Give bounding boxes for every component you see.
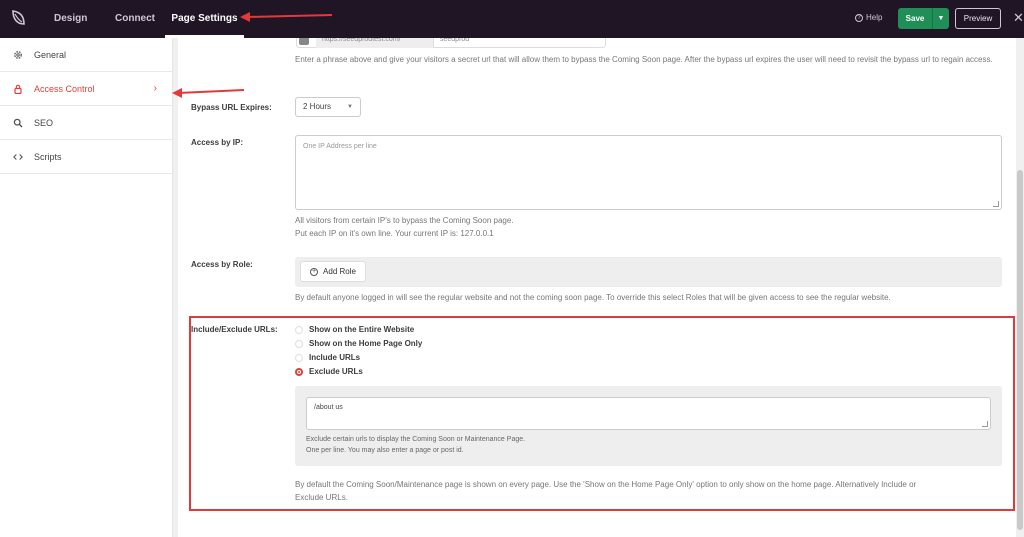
sidebar-item-label: Scripts <box>34 151 62 162</box>
caret-down-icon: ▼ <box>347 104 353 110</box>
plus-circle-icon: + <box>310 267 319 276</box>
seedprod-logo-icon[interactable] <box>8 7 30 29</box>
access-by-ip-help-2: Put each IP on it's own line. Your curre… <box>295 229 494 238</box>
bypass-url-value[interactable]: seedprod <box>440 38 469 48</box>
top-bar: Design Connect Page Settings ? Help Save… <box>0 0 1024 38</box>
caret-down-icon: ▼ <box>937 15 945 22</box>
bypass-url-expires-select[interactable]: 2 Hours ▼ <box>295 97 361 117</box>
access-by-ip-help-1: All visitors from certain IP's to bypass… <box>295 216 514 225</box>
search-icon <box>13 118 23 128</box>
save-button[interactable]: Save <box>898 8 932 29</box>
textarea-placeholder: One IP Address per line <box>303 143 377 150</box>
sidebar-item-seo[interactable]: SEO <box>0 106 173 140</box>
settings-sidebar: General Access Control › SEO Scripts <box>0 38 173 537</box>
sidebar-item-scripts[interactable]: Scripts <box>0 140 173 174</box>
annotation-arrow-left-icon <box>240 12 333 22</box>
gear-icon <box>13 50 23 60</box>
annotation-arrow-left-icon <box>172 88 245 98</box>
access-by-role-label: Access by Role: <box>191 260 253 269</box>
sidebar-item-label: SEO <box>34 117 54 128</box>
access-by-ip-textarea[interactable]: One IP Address per line <box>295 135 1002 210</box>
bypass-url-prefix: https://seedprodtest.com/ <box>316 38 434 48</box>
bypass-url-help: Enter a phrase above and give your visit… <box>295 55 993 64</box>
highlight-box <box>189 316 1015 511</box>
add-role-button[interactable]: + Add Role <box>300 261 366 282</box>
tab-design[interactable]: Design <box>54 0 87 38</box>
sidebar-item-label: Access Control <box>34 83 95 94</box>
resize-handle-icon[interactable] <box>993 201 999 207</box>
tab-connect[interactable]: Connect <box>115 0 155 38</box>
save-options-button[interactable]: ▼ <box>932 8 949 29</box>
help-label: Help <box>866 13 883 22</box>
preview-button[interactable]: Preview <box>955 8 1001 29</box>
close-icon[interactable]: ✕ <box>1013 11 1024 24</box>
help-icon: ? <box>855 13 863 22</box>
select-value: 2 Hours <box>303 102 332 111</box>
add-role-label: Add Role <box>323 267 356 276</box>
help-link[interactable]: ? Help <box>855 13 882 22</box>
bypass-url-expires-label: Bypass URL Expires: <box>191 103 272 112</box>
code-icon <box>13 152 23 162</box>
access-by-role-help: By default anyone logged in will see the… <box>295 293 891 302</box>
link-icon <box>299 38 309 45</box>
sidebar-item-access-control[interactable]: Access Control › <box>0 72 173 106</box>
sidebar-item-label: General <box>34 49 67 60</box>
scrollbar-thumb[interactable] <box>1017 170 1023 530</box>
tab-page-settings[interactable]: Page Settings <box>165 0 244 38</box>
access-by-role-box: + Add Role <box>295 257 1002 287</box>
chevron-right-icon: › <box>153 83 157 94</box>
access-by-ip-label: Access by IP: <box>191 138 244 147</box>
sidebar-item-general[interactable]: General <box>0 38 173 72</box>
lock-icon <box>13 84 23 94</box>
